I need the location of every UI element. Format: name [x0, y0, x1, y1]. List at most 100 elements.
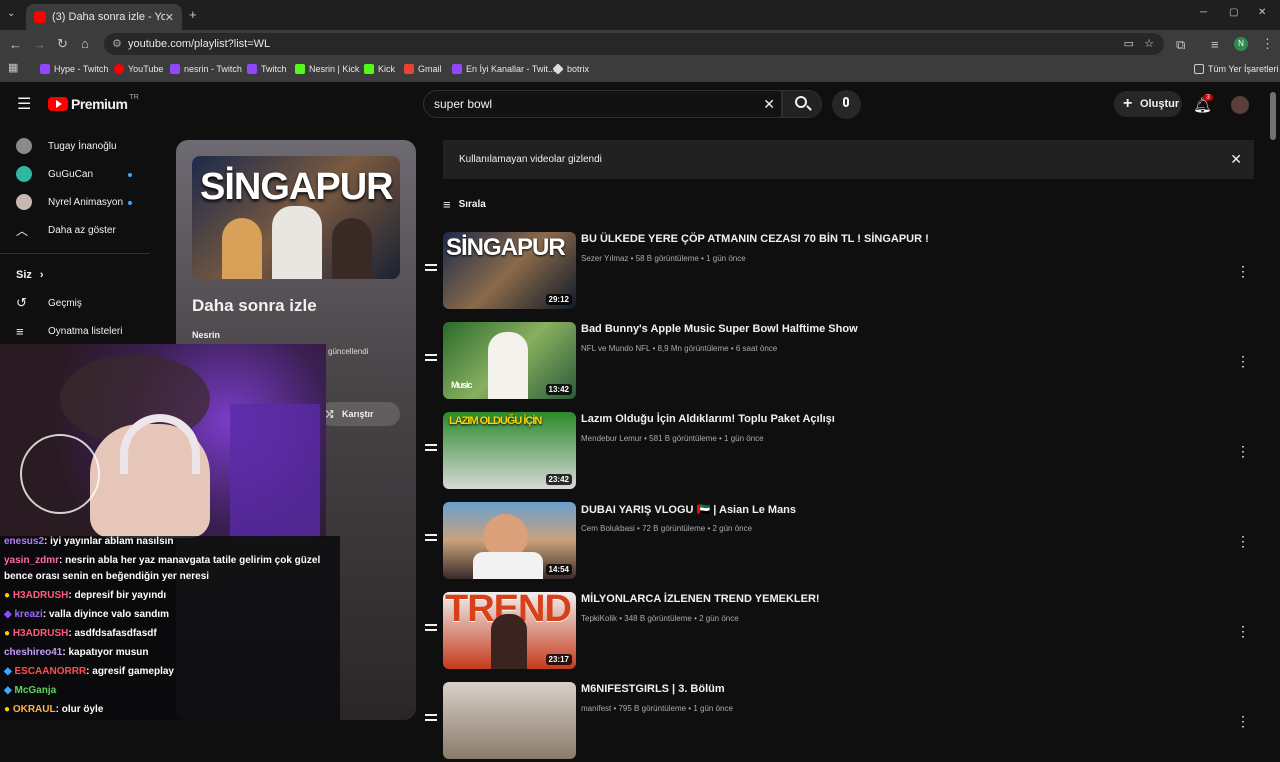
more-options-icon[interactable]: ⋮ — [1236, 624, 1250, 640]
clear-search-icon[interactable]: ✕ — [763, 91, 775, 117]
botrix-icon — [552, 63, 564, 75]
sidebar-item-history[interactable]: ↺ Geçmiş — [16, 293, 82, 313]
create-button[interactable]: + Oluştur — [1114, 91, 1182, 117]
playlist-owner[interactable]: Nesrin — [192, 330, 220, 340]
video-row[interactable]: TREND 23:17 MİLYONLARCA İZLENEN TREND YE… — [420, 592, 1260, 672]
drag-handle-icon[interactable] — [425, 444, 437, 451]
video-title[interactable]: M6NIFESTGIRLS | 3. Bölüm — [581, 683, 1201, 695]
new-content-dot — [128, 173, 132, 177]
bookmark-botrix[interactable]: botrix — [552, 63, 589, 75]
sidebar-channel-gugucan[interactable]: GuGuCan — [16, 164, 93, 184]
search-button[interactable] — [782, 90, 822, 118]
bookmark-nesrin-twitch[interactable]: nesrin - Twitch — [170, 64, 242, 74]
close-notice-icon[interactable]: ✕ — [1230, 140, 1242, 179]
all-bookmarks-folder[interactable]: Tüm Yer İşaretleri — [1194, 64, 1279, 74]
bookmark-twitch[interactable]: Twitch — [247, 64, 287, 74]
more-options-icon[interactable]: ⋮ — [1236, 534, 1250, 550]
video-row[interactable]: Music 13:42 Bad Bunny's Apple Music Supe… — [420, 322, 1260, 402]
youtube-icon — [114, 64, 124, 74]
bookmark-hype-twitch[interactable]: Hype - Twitch — [40, 64, 108, 74]
apps-grid-icon[interactable]: ▦ — [8, 63, 18, 74]
video-thumbnail[interactable]: SİNGAPUR 29:12 — [443, 232, 576, 309]
video-row[interactable]: SİNGAPUR 29:12 BU ÜLKEDE YERE ÇÖP ATMANI… — [420, 232, 1260, 312]
chat-message: ● H3ADRUSH: depresif bir yayındı — [4, 590, 167, 601]
bookmark-nesrin-kick[interactable]: Nesrin | Kick — [295, 64, 359, 74]
you-section-header[interactable]: Siz › — [16, 265, 44, 285]
sidebar-item-playlists[interactable]: ≡ Oynatma listeleri — [16, 321, 122, 341]
close-window-icon[interactable]: ✕ — [1258, 8, 1266, 18]
maximize-icon[interactable]: ▢ — [1229, 8, 1238, 18]
browser-menu-icon[interactable]: ⋮ — [1261, 37, 1274, 50]
show-less-button[interactable]: ︿ Daha az göster — [16, 220, 116, 240]
more-options-icon[interactable]: ⋮ — [1236, 444, 1250, 460]
site-info-icon[interactable]: ⚙ — [112, 33, 122, 55]
video-row[interactable]: 14:54 DUBAI YARIŞ VLOGU 🇦🇪 | Asian Le Ma… — [420, 502, 1260, 582]
video-thumbnail[interactable]: Music 13:42 — [443, 322, 576, 399]
chat-message: ◆ ESCAANORRR: agresif gameplay — [4, 666, 174, 677]
hamburger-menu-icon[interactable]: ☰ — [17, 97, 31, 113]
twitch-icon — [40, 64, 50, 74]
cast-icon[interactable]: ▭ — [1124, 33, 1134, 55]
sidebar-divider — [0, 253, 150, 254]
bookmark-youtube[interactable]: YouTube — [114, 64, 163, 74]
video-row[interactable]: LAZIM OLDUĞU İÇİN 23:42 Lazım Olduğu İçi… — [420, 412, 1260, 492]
shuffle-button[interactable]: ⤮ Karıştır — [320, 402, 400, 426]
youtube-logo[interactable]: Premium TR — [48, 94, 139, 112]
bookmark-star-icon[interactable]: ☆ — [1144, 33, 1154, 55]
sort-button[interactable]: ≡ Sırala — [443, 197, 486, 212]
reading-list-icon[interactable]: ≡ — [1211, 38, 1219, 51]
more-options-icon[interactable]: ⋮ — [1236, 264, 1250, 280]
profile-avatar[interactable]: N — [1234, 37, 1248, 51]
video-title[interactable]: Lazım Olduğu İçin Aldıklarım! Toplu Pake… — [581, 413, 1201, 425]
twitch-icon — [247, 64, 257, 74]
new-tab-icon[interactable]: + — [189, 8, 197, 21]
more-options-icon[interactable]: ⋮ — [1236, 714, 1250, 730]
channel-avatar — [16, 138, 32, 154]
playlist-thumbnail[interactable]: SİNGAPUR — [192, 156, 400, 279]
url-input[interactable]: ⚙ youtube.com/playlist?list=WL ☆ ▭ — [104, 33, 1164, 55]
home-icon[interactable]: ⌂ — [81, 37, 89, 50]
bookmark-gmail[interactable]: Gmail — [404, 64, 442, 74]
notice-text: Kullanılamayan videolar gizlendi — [459, 154, 602, 165]
forward-icon[interactable]: → — [33, 38, 46, 51]
video-title[interactable]: Bad Bunny's Apple Music Super Bowl Halft… — [581, 323, 1201, 335]
search-query: super bowl — [434, 97, 493, 111]
back-icon[interactable]: ← — [9, 38, 22, 51]
tab-search-icon[interactable]: ⌄ — [7, 9, 15, 19]
video-meta: Cem Bolukbasi • 72 B görüntüleme • 2 gün… — [581, 524, 753, 533]
extensions-icon[interactable]: ⧉ — [1176, 38, 1185, 51]
playlists-icon: ≡ — [16, 323, 24, 339]
tab-close-icon[interactable]: ✕ — [165, 11, 174, 24]
video-thumbnail[interactable]: LAZIM OLDUĞU İÇİN 23:42 — [443, 412, 576, 489]
search-input[interactable]: super bowl ✕ — [423, 90, 782, 118]
channel-avatar — [16, 166, 32, 182]
drag-handle-icon[interactable] — [425, 264, 437, 271]
drag-handle-icon[interactable] — [425, 624, 437, 631]
sidebar-channel-nyrel[interactable]: Nyrel Animasyon — [16, 192, 123, 212]
youtube-play-icon — [48, 97, 68, 111]
minimize-icon[interactable]: ─ — [1200, 8, 1207, 18]
bookmark-kick[interactable]: Kick — [364, 64, 395, 74]
twitch-icon — [170, 64, 180, 74]
browser-tab[interactable]: (3) Daha sonra izle - YouTube ✕ — [26, 4, 182, 30]
video-title[interactable]: MİLYONLARCA İZLENEN TREND YEMEKLER! — [581, 593, 1201, 605]
video-duration: 13:42 — [545, 384, 572, 395]
video-title[interactable]: DUBAI YARIŞ VLOGU 🇦🇪 | Asian Le Mans — [581, 503, 1201, 516]
video-thumbnail[interactable]: 14:54 — [443, 502, 576, 579]
account-avatar[interactable] — [1231, 96, 1249, 114]
chat-message: ● OKRAUL: olur öyle — [4, 704, 104, 715]
more-options-icon[interactable]: ⋮ — [1236, 354, 1250, 370]
reload-icon[interactable]: ↻ — [57, 37, 68, 50]
video-thumbnail[interactable] — [443, 682, 576, 759]
sidebar-channel-tugay[interactable]: Tugay İnanoğlu — [16, 136, 117, 156]
video-row[interactable]: M6NIFESTGIRLS | 3. Bölüm manifest • 795 … — [420, 682, 1260, 762]
drag-handle-icon[interactable] — [425, 354, 437, 361]
video-thumbnail[interactable]: TREND 23:17 — [443, 592, 576, 669]
drag-handle-icon[interactable] — [425, 534, 437, 541]
tab-title: (3) Daha sonra izle - YouTube — [52, 11, 165, 23]
page-scrollbar[interactable] — [1270, 92, 1276, 140]
video-title[interactable]: BU ÜLKEDE YERE ÇÖP ATMANIN CEZASI 70 BİN… — [581, 233, 1201, 245]
badge-icon: ◆ — [4, 685, 12, 696]
voice-search-button[interactable] — [832, 90, 861, 119]
bookmark-en-iyi-kanallar[interactable]: En İyi Kanallar - Twit... — [452, 64, 555, 74]
